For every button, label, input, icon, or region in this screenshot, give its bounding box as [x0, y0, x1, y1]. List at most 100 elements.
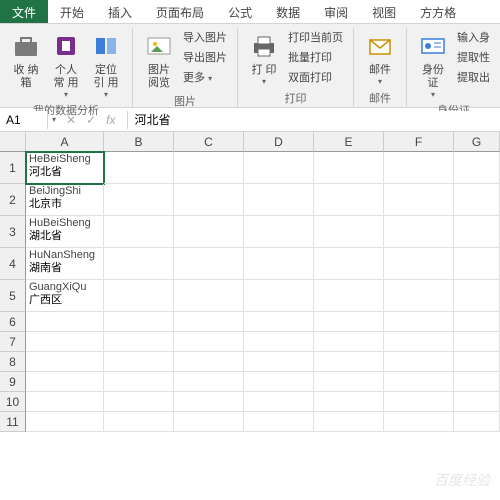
- cell[interactable]: [174, 352, 244, 372]
- formula-input[interactable]: [127, 111, 500, 129]
- cell[interactable]: [26, 332, 104, 352]
- cell[interactable]: [384, 280, 454, 312]
- cells-area[interactable]: HeBeiSheng河北省BeiJingShi北京市HuBeiSheng湖北省H…: [26, 152, 500, 432]
- col-header[interactable]: D: [244, 132, 314, 152]
- cell[interactable]: [314, 392, 384, 412]
- cell[interactable]: [26, 412, 104, 432]
- cell[interactable]: [244, 372, 314, 392]
- cell[interactable]: [454, 184, 500, 216]
- cell[interactable]: [454, 352, 500, 372]
- cell[interactable]: [26, 392, 104, 412]
- cell[interactable]: [454, 152, 500, 184]
- tab-review[interactable]: 审阅: [312, 0, 360, 23]
- cell[interactable]: [244, 216, 314, 248]
- cell[interactable]: [174, 412, 244, 432]
- cell[interactable]: HeBeiSheng河北省: [26, 152, 104, 184]
- cell[interactable]: [174, 372, 244, 392]
- cell[interactable]: [174, 248, 244, 280]
- cell[interactable]: [174, 312, 244, 332]
- cell[interactable]: [174, 216, 244, 248]
- cell[interactable]: [244, 332, 314, 352]
- row-header[interactable]: 2: [0, 184, 26, 216]
- cell[interactable]: [104, 352, 174, 372]
- cell[interactable]: [454, 412, 500, 432]
- more-image-button[interactable]: 更多 ▾: [183, 68, 227, 86]
- cell[interactable]: [104, 332, 174, 352]
- cell[interactable]: [314, 412, 384, 432]
- row-header[interactable]: 5: [0, 280, 26, 312]
- cell[interactable]: [454, 372, 500, 392]
- fx-icon[interactable]: fx: [106, 113, 115, 127]
- cell[interactable]: [26, 372, 104, 392]
- cell[interactable]: [384, 352, 454, 372]
- id-extract-button[interactable]: 提取出: [457, 68, 490, 86]
- cell[interactable]: [384, 216, 454, 248]
- cell[interactable]: [244, 352, 314, 372]
- row-header[interactable]: 7: [0, 332, 26, 352]
- col-header[interactable]: C: [174, 132, 244, 152]
- cell[interactable]: [384, 372, 454, 392]
- cell[interactable]: [314, 332, 384, 352]
- row-header[interactable]: 9: [0, 372, 26, 392]
- select-all-corner[interactable]: [0, 132, 26, 152]
- cell[interactable]: [104, 216, 174, 248]
- tab-home[interactable]: 开始: [48, 0, 96, 23]
- cell[interactable]: HuBeiSheng湖北省: [26, 216, 104, 248]
- row-header[interactable]: 6: [0, 312, 26, 332]
- tab-addon[interactable]: 方方格: [408, 0, 468, 23]
- print-duplex-button[interactable]: 双面打印: [288, 68, 343, 86]
- cell[interactable]: [314, 152, 384, 184]
- col-header[interactable]: E: [314, 132, 384, 152]
- cancel-icon[interactable]: ✕: [66, 113, 76, 127]
- cell[interactable]: [104, 152, 174, 184]
- row-header[interactable]: 8: [0, 352, 26, 372]
- cell[interactable]: [454, 392, 500, 412]
- cell[interactable]: [314, 372, 384, 392]
- import-image-button[interactable]: 导入图片: [183, 28, 227, 46]
- cell[interactable]: [104, 372, 174, 392]
- tab-view[interactable]: 视图: [360, 0, 408, 23]
- tab-data[interactable]: 数据: [264, 0, 312, 23]
- cell[interactable]: [104, 412, 174, 432]
- cell[interactable]: GuangXiQu广西区: [26, 280, 104, 312]
- name-box[interactable]: [0, 111, 48, 129]
- col-header[interactable]: G: [454, 132, 500, 152]
- cell[interactable]: [26, 352, 104, 372]
- locate-button[interactable]: 定位引 用 ▾: [86, 28, 126, 101]
- cell[interactable]: [454, 216, 500, 248]
- cell[interactable]: [314, 312, 384, 332]
- row-header[interactable]: 3: [0, 216, 26, 248]
- cell[interactable]: [174, 332, 244, 352]
- cell[interactable]: [454, 312, 500, 332]
- cell[interactable]: [384, 312, 454, 332]
- cell[interactable]: [244, 412, 314, 432]
- cell[interactable]: [384, 152, 454, 184]
- personal-button[interactable]: 个人常 用 ▾: [46, 28, 86, 101]
- cell[interactable]: [104, 280, 174, 312]
- cell[interactable]: BeiJingShi北京市: [26, 184, 104, 216]
- idcard-button[interactable]: 身份 证 ▾: [413, 28, 453, 101]
- cell[interactable]: [244, 152, 314, 184]
- cell[interactable]: [314, 352, 384, 372]
- cell[interactable]: [314, 248, 384, 280]
- id-input-button[interactable]: 输入身: [457, 28, 490, 46]
- cell[interactable]: [174, 152, 244, 184]
- cell[interactable]: [454, 248, 500, 280]
- cell[interactable]: [104, 248, 174, 280]
- cell[interactable]: [314, 216, 384, 248]
- mail-button[interactable]: 邮件 ▾: [360, 28, 400, 89]
- row-header[interactable]: 4: [0, 248, 26, 280]
- cell[interactable]: [174, 280, 244, 312]
- cell[interactable]: [244, 280, 314, 312]
- cell[interactable]: [384, 184, 454, 216]
- tab-formula[interactable]: 公式: [216, 0, 264, 23]
- print-current-button[interactable]: 打印当前页: [288, 28, 343, 46]
- cell[interactable]: [244, 392, 314, 412]
- col-header[interactable]: B: [104, 132, 174, 152]
- image-view-button[interactable]: 图片 阅览: [139, 28, 179, 92]
- print-batch-button[interactable]: 批量打印: [288, 48, 343, 66]
- cell[interactable]: [26, 312, 104, 332]
- cell[interactable]: [314, 184, 384, 216]
- cell[interactable]: [104, 392, 174, 412]
- row-header[interactable]: 10: [0, 392, 26, 412]
